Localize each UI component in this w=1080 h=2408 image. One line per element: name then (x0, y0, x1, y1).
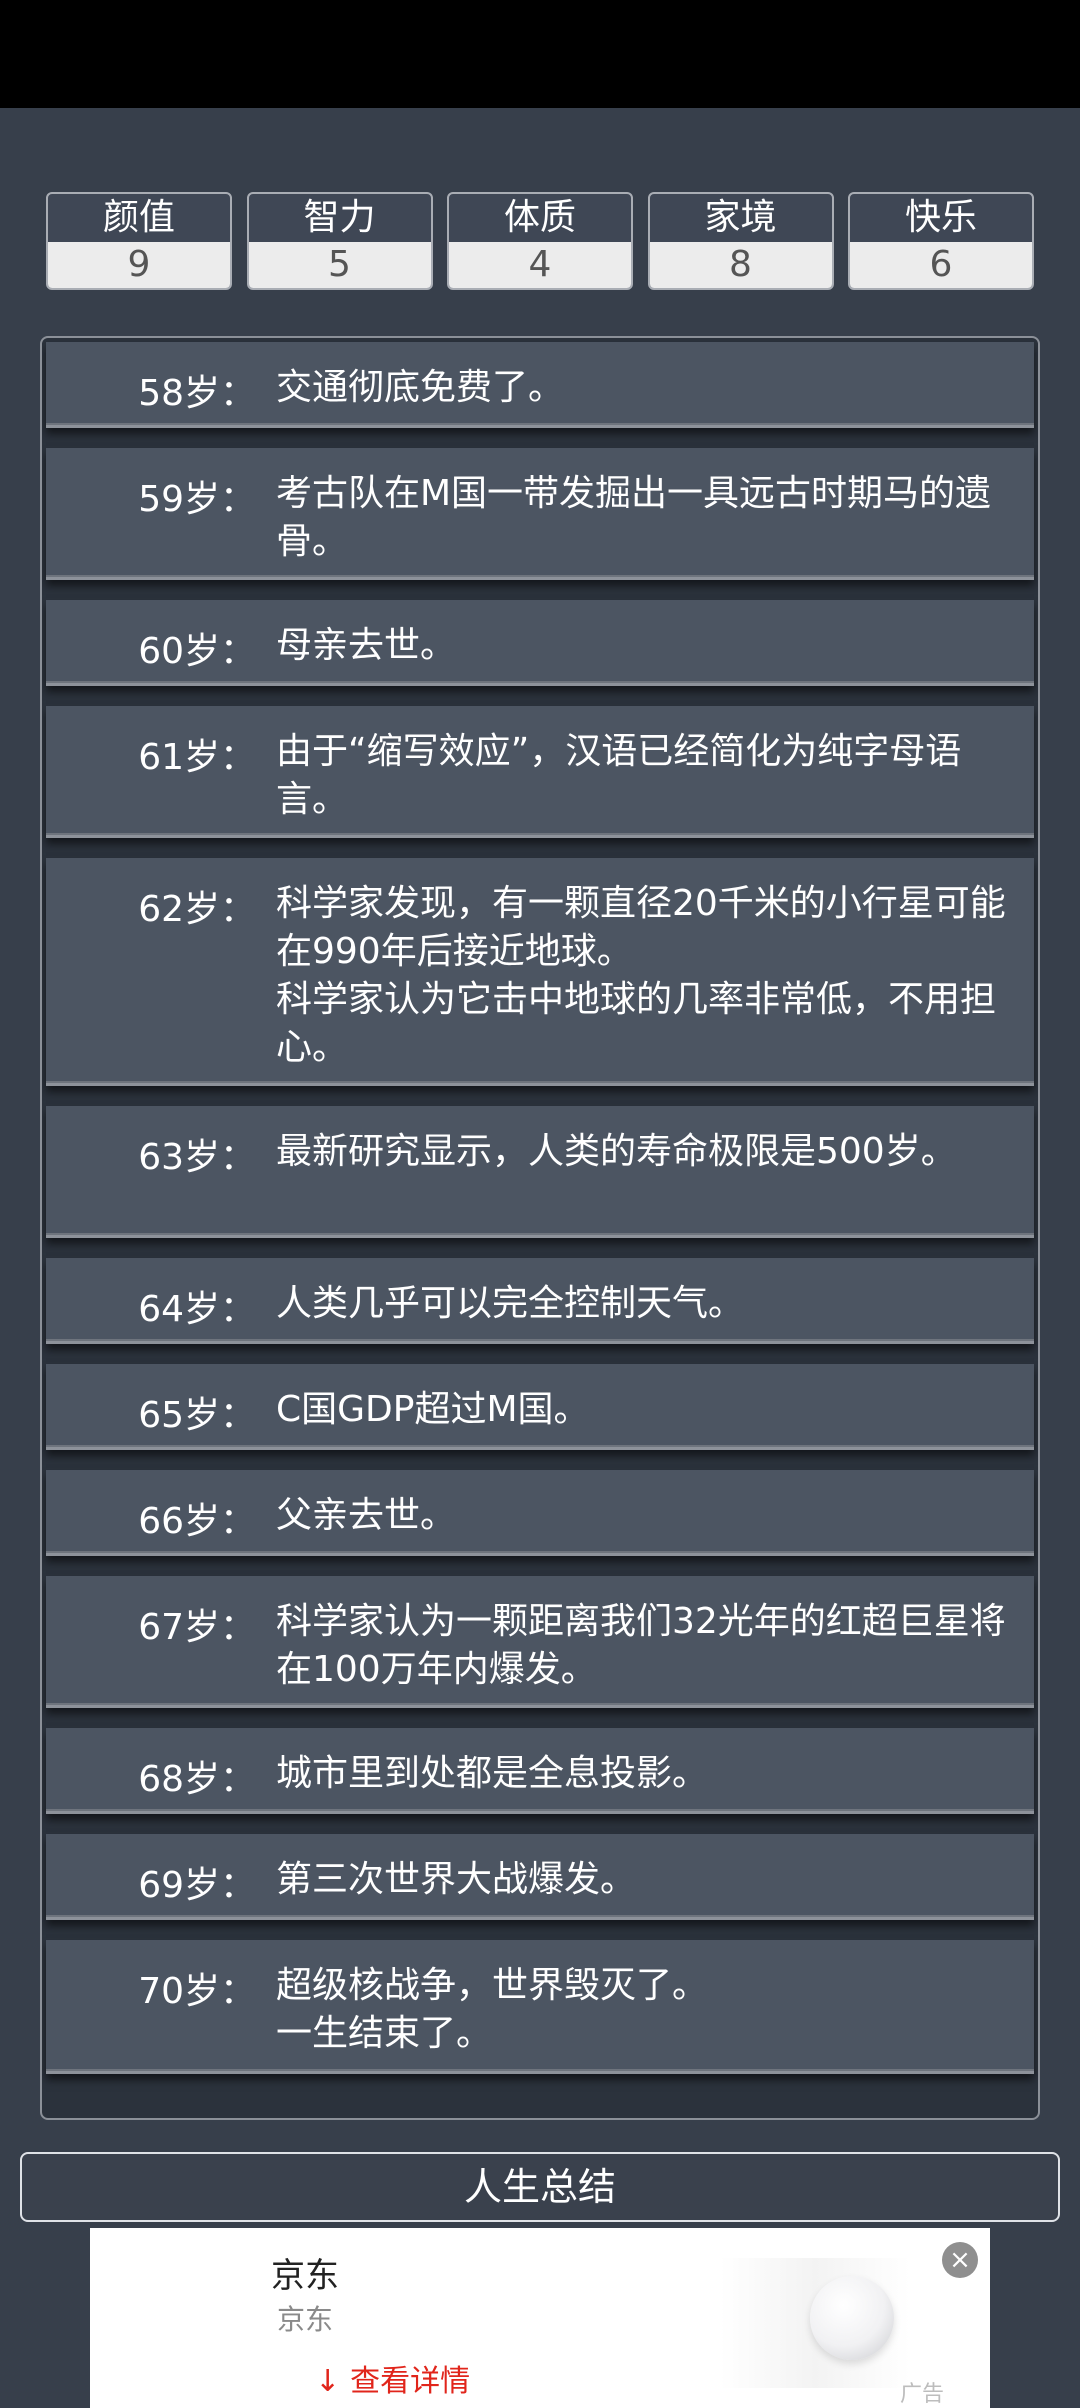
event-text: 科学家发现，有一颗直径20千米的小行星可能在990年后接近地球。 科学家认为它击… (276, 880, 1016, 1072)
event-age: 68岁： (138, 1759, 256, 1800)
life-event-item: 67岁： 科学家认为一颗距离我们32光年的红超巨星将在100万年内爆发。 (46, 1576, 1034, 1708)
download-arrow-icon: ↓ (315, 2364, 341, 2399)
event-line: 科学家认为它击中地球的几率非常低，不用担心。 (276, 979, 997, 1068)
ad-view-details-link[interactable]: ↓ 查看详情 (315, 2356, 470, 2400)
event-line: 最新研究显示，人类的寿命极限是500岁。 (276, 1131, 957, 1172)
event-age: 65岁： (138, 1395, 256, 1436)
event-text: 人类几乎可以完全控制天气。 (276, 1280, 1016, 1328)
life-event-item: 70岁： 超级核战争，世界毁灭了。 一生结束了。 (46, 1940, 1034, 2074)
event-age: 69岁： (138, 1865, 256, 1906)
attribute-label: 体质 (503, 197, 576, 238)
event-text: 第三次世界大战爆发。 (276, 1856, 1016, 1904)
life-event-item: 64岁： 人类几乎可以完全控制天气。 (46, 1258, 1034, 1344)
attribute-label: 智力 (303, 197, 376, 238)
attribute-value: 6 (850, 242, 1032, 288)
event-line: 城市里到处都是全息投影。 (276, 1753, 709, 1794)
event-line: 科学家发现，有一颗直径20千米的小行星可能在990年后接近地球。 (276, 883, 1006, 972)
event-age: 58岁： (138, 373, 256, 414)
event-text: 交通彻底免费了。 (276, 364, 1016, 412)
attribute-card-intelligence: 智力 5 (246, 192, 433, 290)
event-age: 61岁： (138, 737, 256, 778)
event-line: 科学家认为一颗距离我们32光年的红超巨星将在100万年内爆发。 (276, 1601, 1006, 1690)
event-line: 由于“缩写效应”，汉语已经简化为纯字母语言。 (276, 731, 962, 820)
event-line: 第三次世界大战爆发。 (276, 1859, 637, 1900)
event-age: 62岁： (138, 889, 256, 930)
ad-banner[interactable]: 京东 京东 ↓ 查看详情 × 广告 (90, 2228, 990, 2408)
attribute-value: 8 (649, 242, 832, 288)
life-event-item: 63岁： 最新研究显示，人类的寿命极限是500岁。 (46, 1106, 1034, 1238)
event-text: 最新研究显示，人类的寿命极限是500岁。 (276, 1128, 1016, 1176)
event-text: 城市里到处都是全息投影。 (276, 1750, 1016, 1798)
event-line: 交通彻底免费了。 (276, 367, 565, 408)
event-line: 人类几乎可以完全控制天气。 (276, 1283, 745, 1324)
life-event-item: 58岁： 交通彻底免费了。 (46, 342, 1034, 428)
attribute-value: 4 (449, 242, 631, 288)
life-event-item: 68岁： 城市里到处都是全息投影。 (46, 1728, 1034, 1814)
event-age: 70岁： (138, 1971, 256, 2012)
ad-link-label: 查看详情 (350, 2364, 471, 2399)
event-text: 父亲去世。 (276, 1492, 1016, 1540)
attribute-card-happiness: 快乐 6 (848, 192, 1034, 290)
life-event-item: 60岁： 母亲去世。 (46, 600, 1034, 686)
event-text: 科学家认为一颗距离我们32光年的红超巨星将在100万年内爆发。 (276, 1598, 1016, 1694)
event-age: 66岁： (138, 1501, 256, 1542)
ad-product-image (810, 2276, 894, 2360)
life-summary-button[interactable]: 人生总结 (20, 2152, 1060, 2222)
life-event-item: 66岁： 父亲去世。 (46, 1470, 1034, 1556)
status-bar (0, 0, 1080, 108)
attribute-panel: 颜值 9 智力 5 体质 4 家境 8 快乐 6 (46, 192, 1034, 292)
event-age: 63岁： (138, 1137, 256, 1178)
event-text: 由于“缩写效应”，汉语已经简化为纯字母语言。 (276, 728, 1016, 824)
attribute-label: 快乐 (904, 197, 977, 238)
event-line: 超级核战争，世界毁灭了。 (276, 1965, 709, 2006)
event-text: 超级核战争，世界毁灭了。 一生结束了。 (276, 1962, 1016, 2058)
attribute-label: 颜值 (102, 197, 175, 238)
event-line: 父亲去世。 (276, 1495, 457, 1536)
close-icon[interactable]: × (942, 2242, 978, 2278)
life-event-item: 62岁： 科学家发现，有一颗直径20千米的小行星可能在990年后接近地球。 科学… (46, 858, 1034, 1086)
event-line: 母亲去世。 (276, 625, 457, 666)
event-line: C国GDP超过M国。 (276, 1389, 590, 1430)
life-event-item: 69岁： 第三次世界大战爆发。 (46, 1834, 1034, 1920)
event-line: 考古队在M国一带发掘出一具远古时期马的遗骨。 (276, 473, 992, 562)
ad-title: 京东 (271, 2256, 339, 2296)
life-event-item: 65岁： C国GDP超过M国。 (46, 1364, 1034, 1450)
event-line: 一生结束了。 (276, 2013, 493, 2054)
event-text: 母亲去世。 (276, 622, 1016, 670)
life-event-item: 59岁： 考古队在M国一带发掘出一具远古时期马的遗骨。 (46, 448, 1034, 580)
event-age: 59岁： (138, 479, 256, 520)
attribute-value: 9 (48, 242, 230, 288)
life-event-list[interactable]: 58岁： 交通彻底免费了。 59岁： 考古队在M国一带发掘出一具远古时期马的遗骨… (40, 336, 1040, 2120)
ad-tag: 广告 (900, 2382, 945, 2407)
attribute-label: 家境 (704, 197, 777, 238)
attribute-card-looks: 颜值 9 (46, 192, 232, 290)
event-age: 67岁： (138, 1607, 256, 1648)
life-event-item: 61岁： 由于“缩写效应”，汉语已经简化为纯字母语言。 (46, 706, 1034, 838)
event-age: 64岁： (138, 1289, 256, 1330)
attribute-value: 5 (248, 242, 431, 288)
event-age: 60岁： (138, 631, 256, 672)
event-text: C国GDP超过M国。 (276, 1386, 1016, 1434)
attribute-card-constitution: 体质 4 (447, 192, 633, 290)
event-text: 考古队在M国一带发掘出一具远古时期马的遗骨。 (276, 470, 1016, 566)
attribute-card-family: 家境 8 (647, 192, 834, 290)
ad-subtitle: 京东 (276, 2303, 333, 2336)
